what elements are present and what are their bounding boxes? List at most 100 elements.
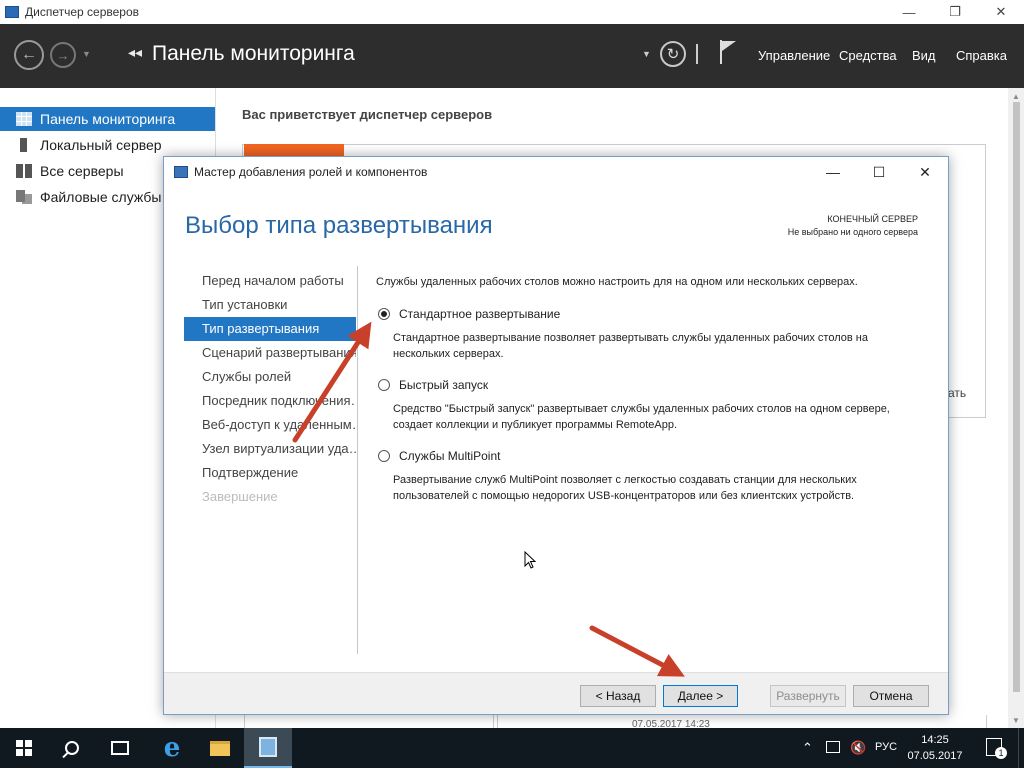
window-controls: — ❐ ✕ (886, 0, 1024, 24)
destination-server-info: КОНЕЧНЫЙ СЕРВЕР Не выбрано ни одного сер… (788, 213, 918, 239)
clock[interactable]: 14:25 07.05.2017 (900, 732, 970, 764)
clock-date: 07.05.2017 (907, 750, 963, 762)
refresh-dropdown-icon[interactable]: ▼ (642, 49, 651, 59)
step-confirmation[interactable]: Подтверждение (184, 461, 356, 485)
internet-explorer-button[interactable]: e (148, 728, 196, 768)
quick-start-radio[interactable] (378, 379, 390, 391)
internet-explorer-icon: e (163, 733, 181, 763)
volume-muted-icon[interactable]: 🔇 (850, 740, 866, 756)
servers-icon (16, 164, 32, 178)
wizard-app-icon (174, 166, 188, 178)
show-desktop-button[interactable] (1018, 728, 1024, 768)
show-hidden-icons-chevron-icon[interactable]: ⌃ (802, 740, 813, 756)
back-button[interactable]: < Назад (580, 685, 656, 707)
scroll-down-icon[interactable]: ▼ (1012, 716, 1020, 725)
wizard-window-controls: — ☐ ✕ (810, 157, 948, 187)
wizard-titlebar: Мастер добавления ролей и компонентов — … (164, 157, 948, 187)
wizard-footer: < Назад Далее > Развернуть Отмена (164, 672, 948, 714)
notifications-flag-icon[interactable] (720, 40, 736, 64)
standard-deployment-label: Стандартное развертывание (399, 307, 561, 321)
destination-server-value: Не выбрано ни одного сервера (787, 227, 918, 237)
partial-link-text: ать (948, 386, 967, 400)
standard-deployment-radio[interactable] (378, 308, 390, 320)
scrollbar-thumb[interactable] (1013, 102, 1020, 692)
wizard-close-button[interactable]: ✕ (902, 157, 948, 187)
step-completion: Завершение (202, 489, 278, 504)
file-explorer-button[interactable] (196, 728, 244, 768)
page-title: Панель мониторинга (152, 42, 355, 65)
menu-manage[interactable]: Управление (758, 48, 830, 63)
mouse-cursor-icon (524, 551, 536, 569)
wizard-divider (357, 266, 358, 654)
server-manager-icon (259, 737, 277, 757)
step-virtualization-host[interactable]: Узел виртуализации уда… (184, 437, 356, 461)
quick-start-option[interactable]: Быстрый запуск (378, 378, 488, 392)
nav-history-dropdown-icon[interactable]: ▼ (82, 49, 91, 59)
close-button[interactable]: ✕ (978, 0, 1024, 24)
sidebar-item-label: Файловые службы (40, 189, 162, 205)
step-installation-type[interactable]: Тип установки (184, 293, 356, 317)
quick-start-description: Средство "Быстрый запуск" развертывает с… (393, 403, 890, 431)
server-icon (20, 138, 27, 152)
input-language-indicator[interactable]: РУС (875, 741, 897, 753)
back-arrow-icon[interactable]: ← (14, 40, 44, 70)
server-manager-header: ← → ▼ ◂◂ Панель мониторинга ▼ ↻ Управлен… (0, 24, 1024, 88)
destination-server-label: КОНЕЧНЫЙ СЕРВЕР (827, 214, 918, 224)
step-deployment-scenario[interactable]: Сценарий развертывания (184, 341, 356, 365)
toolbar-separator (696, 44, 698, 64)
scroll-up-icon[interactable]: ▲ (1012, 92, 1020, 101)
intro-text: Службы удаленных рабочих столов можно на… (376, 276, 858, 288)
main-scrollbar[interactable]: ▲ ▼ (1008, 88, 1024, 728)
multipoint-radio[interactable] (378, 450, 390, 462)
windows-logo-icon (16, 740, 32, 756)
standard-deployment-description: Стандартное развертывание позволяет разв… (393, 332, 868, 360)
forward-arrow-icon[interactable]: → (50, 42, 76, 68)
folder-icon (210, 740, 230, 756)
refresh-icon[interactable]: ↻ (660, 41, 686, 67)
multipoint-option[interactable]: Службы MultiPoint (378, 449, 500, 463)
wizard-steps-nav: Перед началом работы Тип установки Тип р… (184, 269, 356, 509)
sidebar-item-label: Все серверы (40, 163, 124, 179)
server-group-tile (497, 715, 987, 728)
step-before-you-begin[interactable]: Перед началом работы (184, 269, 356, 293)
step-web-access[interactable]: Веб-доступ к удаленным… (184, 413, 356, 437)
network-icon[interactable] (826, 741, 840, 753)
server-manager-app-icon (5, 6, 19, 18)
welcome-heading: Вас приветствует диспетчер серверов (242, 107, 493, 122)
deploy-button: Развернуть (770, 685, 846, 707)
file-services-icon (16, 190, 32, 204)
sidebar-item-dashboard[interactable]: Панель мониторинга (0, 107, 215, 131)
menu-help[interactable]: Справка (956, 48, 1007, 63)
dashboard-icon (16, 112, 32, 126)
window-title: Диспетчер серверов (25, 5, 140, 19)
task-view-icon (111, 741, 129, 755)
server-manager-taskbar-button[interactable] (244, 728, 292, 768)
next-button[interactable]: Далее > (663, 685, 738, 707)
menu-view[interactable]: Вид (912, 48, 936, 63)
step-deployment-type[interactable]: Тип развертывания (184, 317, 356, 341)
standard-deployment-option[interactable]: Стандартное развертывание (378, 307, 560, 321)
clock-time: 14:25 (921, 734, 949, 746)
minimize-button[interactable]: — (886, 0, 932, 24)
task-view-button[interactable] (96, 728, 144, 768)
breadcrumb-chevron-icon: ◂◂ (128, 44, 143, 60)
search-button[interactable] (48, 728, 96, 768)
sidebar-item-local-server[interactable]: Локальный сервер (0, 133, 215, 157)
roles-tile (244, 715, 494, 728)
step-role-services[interactable]: Службы ролей (184, 365, 356, 389)
wizard-maximize-button[interactable]: ☐ (856, 157, 902, 187)
cancel-button[interactable]: Отмена (853, 685, 929, 707)
sidebar-item-label: Панель мониторинга (40, 111, 176, 127)
taskbar: e ⌃ 🔇 РУС 14:25 07.05.2017 1 (0, 728, 1024, 768)
wizard-title: Мастер добавления ролей и компонентов (194, 165, 428, 179)
sidebar-item-label: Локальный сервер (40, 137, 162, 153)
start-button[interactable] (0, 728, 48, 768)
wizard-minimize-button[interactable]: — (810, 157, 856, 187)
menu-tools[interactable]: Средства (839, 48, 897, 63)
wizard-page-heading: Выбор типа развертывания (185, 212, 493, 239)
quick-start-label: Быстрый запуск (399, 378, 489, 392)
step-connection-broker[interactable]: Посредник подключения… (184, 389, 356, 413)
restore-button[interactable]: ❐ (932, 0, 978, 24)
multipoint-description: Развертывание служб MultiPoint позволяет… (393, 474, 857, 502)
add-roles-wizard-dialog: Мастер добавления ролей и компонентов — … (163, 156, 949, 715)
